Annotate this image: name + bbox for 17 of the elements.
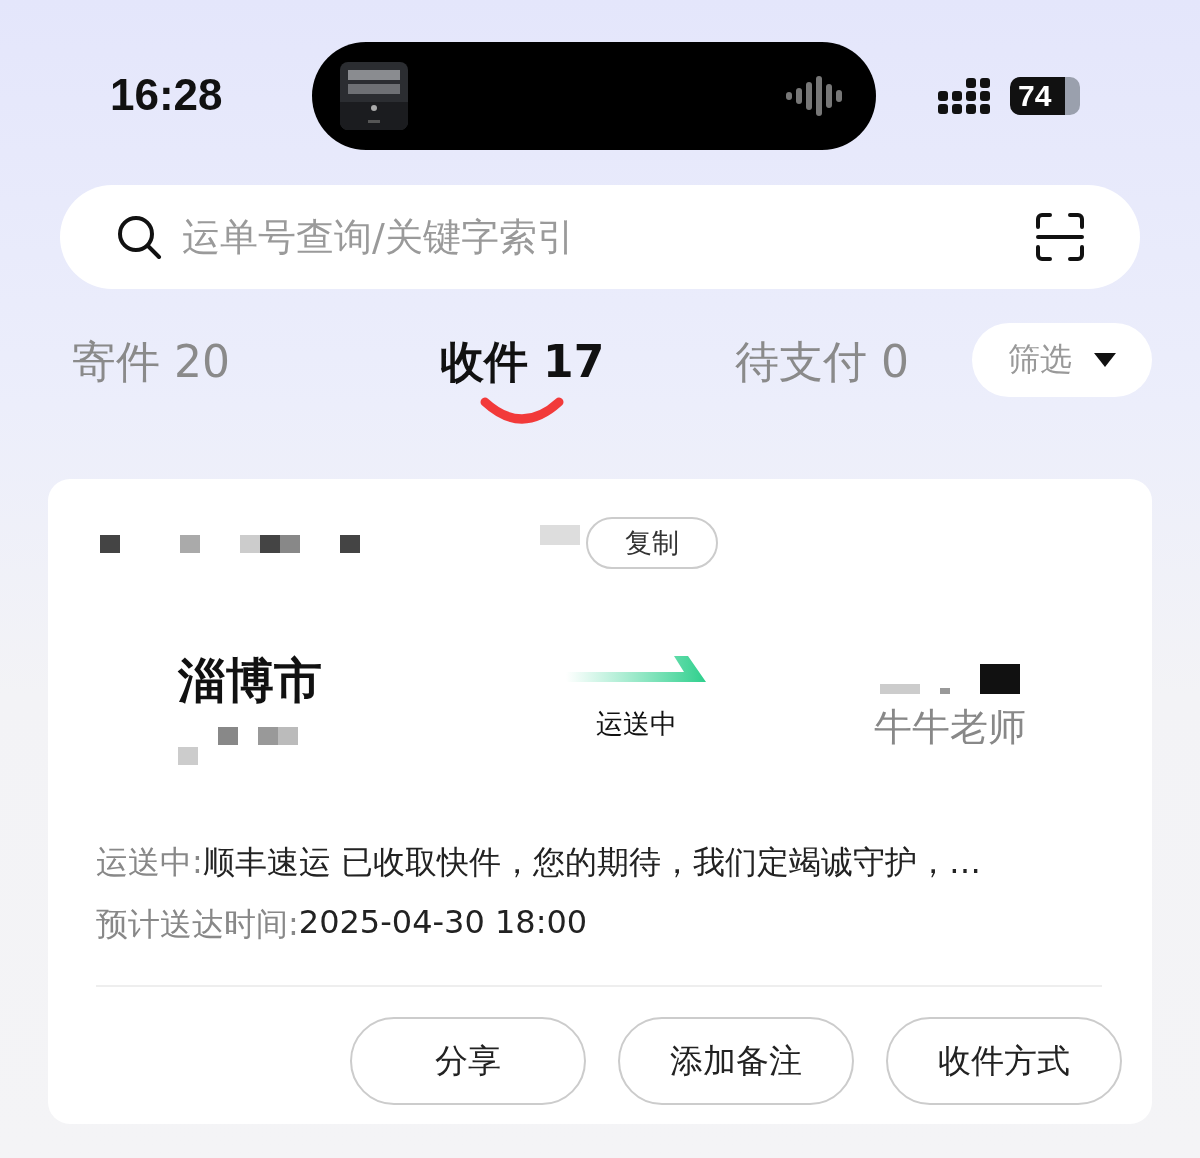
search-field[interactable]: 运单号查询/关键字索引 [180, 214, 1018, 260]
transit-status: 运送中 [595, 707, 677, 741]
action-button[interactable]: 分享 [350, 1017, 586, 1105]
detail-line: 预计送达时间:2025-04-30 18:00 [96, 903, 589, 945]
recipient-name: 牛牛老师 [874, 703, 1026, 751]
battery-indicator: 74 [1010, 77, 1080, 115]
status-time: 16:28 [110, 70, 223, 120]
action-button[interactable]: 添加备注 [618, 1017, 854, 1105]
search-icon [116, 214, 162, 260]
scan-icon[interactable] [1036, 213, 1084, 261]
tab[interactable]: 收件 17 [439, 333, 605, 392]
detail-line: 运送中:顺丰速运 已收取快件，您的期待，我们定竭诚守护，… [96, 842, 982, 883]
origin-city: 淄博市 [178, 651, 323, 710]
search-bar[interactable]: 运单号查询/关键字索引 [60, 185, 1140, 289]
dropdown-icon [1094, 353, 1116, 367]
copy-button[interactable]: 复制 [586, 517, 718, 569]
action-button[interactable]: 收件方式 [886, 1017, 1122, 1105]
